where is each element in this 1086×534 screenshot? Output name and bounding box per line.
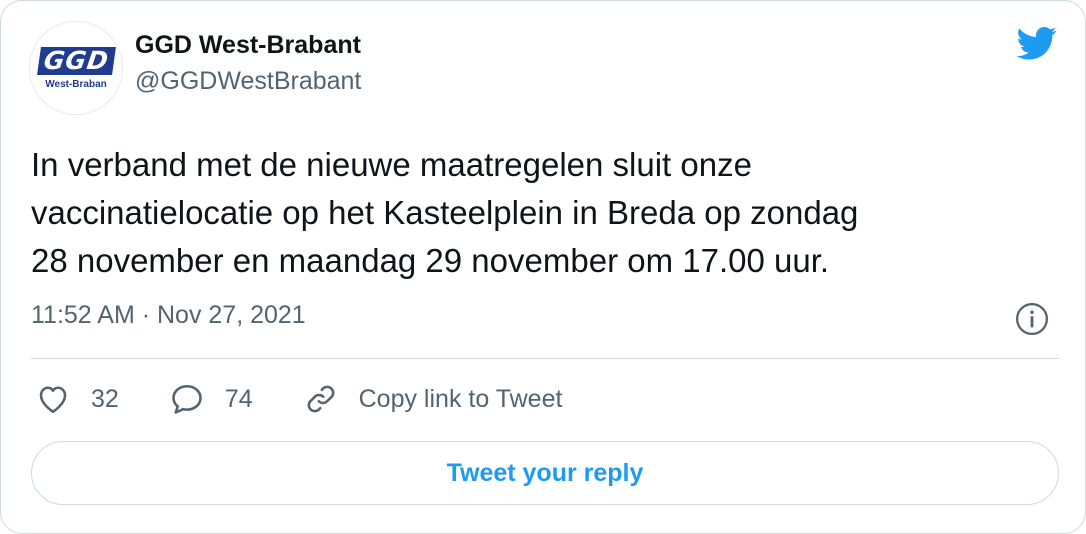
info-icon[interactable] (1015, 302, 1049, 336)
reply-count: 74 (224, 384, 253, 413)
speech-bubble-icon (172, 384, 202, 414)
tweet-timestamp[interactable]: 11:52 AM · Nov 27, 2021 (31, 301, 306, 330)
link-icon (307, 385, 335, 413)
like-button[interactable]: 32 (35, 381, 119, 417)
tweet-your-reply-button[interactable]: Tweet your reply (31, 441, 1059, 505)
ggd-logo: GGD (36, 46, 116, 75)
author-display-name[interactable]: GGD West-Brabant (135, 29, 361, 61)
copy-link-button[interactable]: Copy link to Tweet (303, 381, 563, 417)
avatar[interactable]: GGD West-Braban (29, 21, 123, 115)
like-count: 32 (91, 384, 119, 413)
author-handle[interactable]: @GGDWestBrabant (135, 65, 361, 97)
tweet-card: GGD West-Braban GGD West-Brabant @GGDWes… (0, 0, 1086, 534)
author-names: GGD West-Brabant @GGDWestBrabant (135, 31, 361, 97)
divider (31, 358, 1059, 359)
tweet-text: In verband met de nieuwe maatregelen slu… (31, 146, 859, 279)
heart-icon (39, 386, 67, 414)
ggd-logo-subtext: West-Braban (45, 78, 107, 90)
tweet-header: GGD West-Braban GGD West-Brabant @GGDWes… (29, 21, 361, 115)
tweet-actions: 32 74 Copy link to Tweet (35, 381, 612, 417)
copy-link-label: Copy link to Tweet (358, 384, 563, 413)
reply-action-button[interactable]: 74 (169, 381, 253, 417)
twitter-bird-icon[interactable] (1015, 23, 1059, 63)
